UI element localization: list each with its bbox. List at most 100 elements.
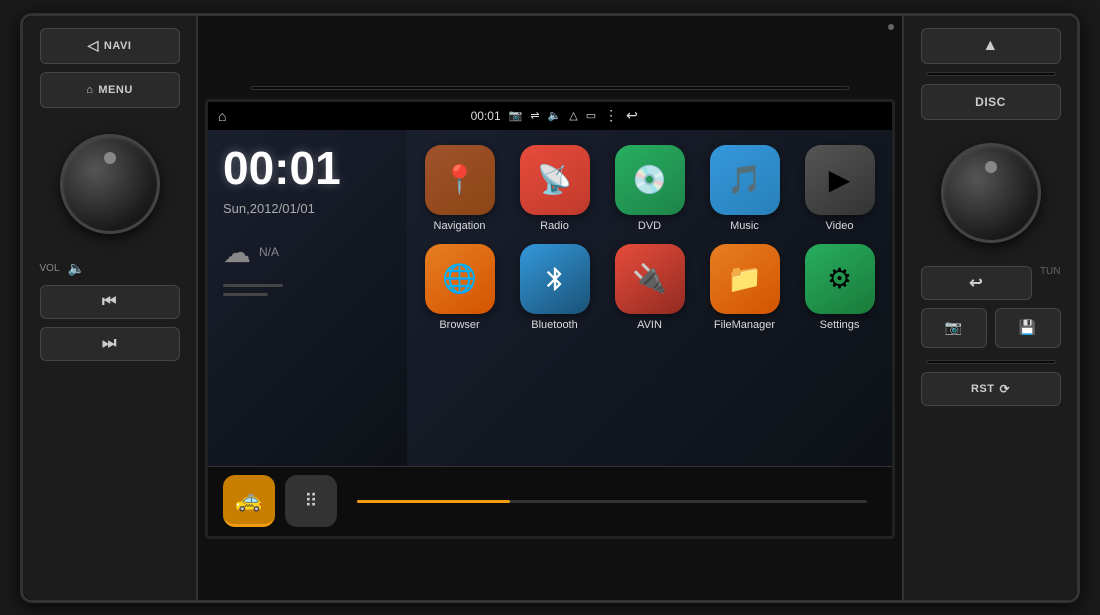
status-bar: ⌂ 00:01 📷 ⇌ 🔈 △ ▭ ⋮ ↩ bbox=[208, 102, 892, 130]
music-app-label: Music bbox=[730, 220, 759, 232]
dvd-app-label: DVD bbox=[638, 220, 661, 232]
back-button[interactable]: ↩ bbox=[921, 266, 1032, 300]
video-app-icon[interactable]: ▶ Video bbox=[797, 145, 882, 232]
disc-button[interactable]: DISC bbox=[921, 84, 1061, 120]
prev-icon: ⏮ bbox=[102, 293, 117, 311]
cd-slot bbox=[251, 86, 849, 90]
sd-slot bbox=[926, 360, 1056, 364]
progress-bar bbox=[357, 500, 867, 503]
eject-icon: ▲ bbox=[982, 37, 998, 55]
weather-widget: ☁ N/A bbox=[223, 236, 392, 269]
menu-home-icon: ⌂ bbox=[86, 84, 93, 96]
apps-grid-icon: ⠿ bbox=[304, 491, 317, 512]
sd-button[interactable]: 💾 bbox=[995, 308, 1061, 348]
status-back-icon[interactable]: ↩ bbox=[626, 107, 638, 124]
browser-app-icon[interactable]: 🌐 Browser bbox=[417, 244, 502, 331]
navi-button[interactable]: ◁ NAVI bbox=[40, 28, 180, 64]
rst-label: RST bbox=[971, 383, 995, 395]
next-icon: ⏭ bbox=[102, 335, 117, 353]
camera-button[interactable]: 📷 bbox=[921, 308, 987, 348]
browser-app-img: 🌐 bbox=[425, 244, 495, 314]
main-content: 00:01 Sun,2012/01/01 ☁ N/A bbox=[208, 130, 892, 466]
weather-line-1 bbox=[223, 284, 283, 287]
settings-app-img: ⚙ bbox=[805, 244, 875, 314]
volume-knob[interactable] bbox=[60, 134, 160, 234]
fm-app-label: FileManager bbox=[714, 319, 775, 331]
menu-button[interactable]: ⌂ MENU bbox=[40, 72, 180, 108]
radio-app-label: Radio bbox=[540, 220, 569, 232]
bt-app-label: Bluetooth bbox=[531, 319, 577, 331]
radio-app-img: 📡 bbox=[520, 145, 590, 215]
cloud-icon: ☁ bbox=[223, 236, 251, 269]
bt-app-img bbox=[520, 244, 590, 314]
settings-app-label: Settings bbox=[820, 319, 860, 331]
app-grid: 📍 Navigation 📡 Radio 💿 DVD 🎵 bbox=[407, 130, 892, 466]
left-panel: ◁ NAVI ⌂ MENU VOL 🔈 ⏮ ⏭ bbox=[23, 16, 198, 600]
vol-label: VOL bbox=[40, 263, 60, 274]
right-cd-slot bbox=[926, 72, 1056, 76]
status-transfer-icon: ⇌ bbox=[530, 109, 539, 122]
home-icon[interactable]: ⌂ bbox=[218, 108, 226, 124]
status-more-icon[interactable]: ⋮ bbox=[604, 107, 618, 124]
fm-app-img: 📁 bbox=[710, 244, 780, 314]
right-panel: ▲ DISC ↩ TUN 📷 💾 RST ⟳ bbox=[902, 16, 1077, 600]
avin-app-label: AVIN bbox=[637, 319, 662, 331]
dvd-app-img: 💿 bbox=[615, 145, 685, 215]
nav-app-label: Navigation bbox=[434, 220, 486, 232]
rst-button[interactable]: RST ⟳ bbox=[921, 372, 1061, 406]
weather-line-2 bbox=[223, 293, 268, 296]
tuner-knob[interactable] bbox=[941, 143, 1041, 243]
nav-app-icon[interactable]: 📍 Navigation bbox=[417, 145, 502, 232]
status-center: 00:01 📷 ⇌ 🔈 △ ▭ ⋮ ↩ bbox=[471, 107, 638, 124]
radio-app-icon[interactable]: 📡 Radio bbox=[512, 145, 597, 232]
navi-arrow-icon: ◁ bbox=[88, 37, 99, 54]
main-screen: ⌂ 00:01 📷 ⇌ 🔈 △ ▭ ⋮ ↩ bbox=[205, 99, 895, 539]
date-display: Sun,2012/01/01 bbox=[223, 201, 392, 216]
top-cd-slot-area bbox=[198, 77, 902, 99]
video-app-label: Video bbox=[826, 220, 854, 232]
vol-row: VOL 🔈 bbox=[40, 260, 180, 277]
back-icon: ↩ bbox=[969, 273, 983, 293]
dock-icon-taxi[interactable]: 🚕 bbox=[223, 475, 275, 527]
eject-button[interactable]: ▲ bbox=[921, 28, 1061, 64]
prev-button[interactable]: ⏮ bbox=[40, 285, 180, 319]
status-camera-icon: 📷 bbox=[509, 109, 523, 122]
bluetooth-svg bbox=[541, 265, 569, 293]
icon-row: 📷 💾 bbox=[921, 308, 1061, 348]
next-button[interactable]: ⏭ bbox=[40, 327, 180, 361]
settings-app-icon[interactable]: ⚙ Settings bbox=[797, 244, 882, 331]
disc-label: DISC bbox=[975, 95, 1006, 109]
bottom-dock: 🚕 ⠿ bbox=[208, 466, 892, 536]
music-app-icon[interactable]: 🎵 Music bbox=[702, 145, 787, 232]
progress-fill bbox=[357, 500, 510, 503]
browser-app-label: Browser bbox=[439, 319, 479, 331]
back-tun-row: ↩ TUN bbox=[921, 266, 1061, 300]
avin-app-img: 🔌 bbox=[615, 244, 685, 314]
app-row-1: 📍 Navigation 📡 Radio 💿 DVD 🎵 bbox=[417, 145, 882, 232]
tun-label: TUN bbox=[1040, 266, 1061, 300]
video-app-img: ▶ bbox=[805, 145, 875, 215]
nav-app-img: 📍 bbox=[425, 145, 495, 215]
avin-app-icon[interactable]: 🔌 AVIN bbox=[607, 244, 692, 331]
fm-app-icon[interactable]: 📁 FileManager bbox=[702, 244, 787, 331]
navi-label: NAVI bbox=[104, 40, 131, 52]
menu-label: MENU bbox=[98, 84, 132, 96]
indicator-light bbox=[888, 24, 894, 30]
weather-text: N/A bbox=[259, 245, 279, 259]
status-time: 00:01 bbox=[471, 109, 501, 123]
left-knob-container bbox=[50, 124, 170, 244]
screen-wrapper: ⌂ 00:01 📷 ⇌ 🔈 △ ▭ ⋮ ↩ bbox=[198, 16, 902, 600]
clock-display: 00:01 bbox=[223, 145, 392, 191]
rst-icon: ⟳ bbox=[999, 382, 1010, 396]
dock-icon-apps[interactable]: ⠿ bbox=[285, 475, 337, 527]
dvd-app-icon[interactable]: 💿 DVD bbox=[607, 145, 692, 232]
status-rect-icon: ▭ bbox=[586, 109, 596, 122]
status-left: ⌂ bbox=[218, 108, 226, 124]
speaker-icon: 🔈 bbox=[68, 260, 85, 277]
sd-icon: 💾 bbox=[1019, 319, 1037, 336]
camera-icon: 📷 bbox=[945, 319, 963, 336]
status-triangle-icon: △ bbox=[569, 109, 577, 122]
car-head-unit: ◁ NAVI ⌂ MENU VOL 🔈 ⏮ ⏭ bbox=[20, 13, 1080, 603]
bluetooth-app-icon[interactable]: Bluetooth bbox=[512, 244, 597, 331]
app-row-2: 🌐 Browser Bluetooth 🔌 bbox=[417, 244, 882, 331]
